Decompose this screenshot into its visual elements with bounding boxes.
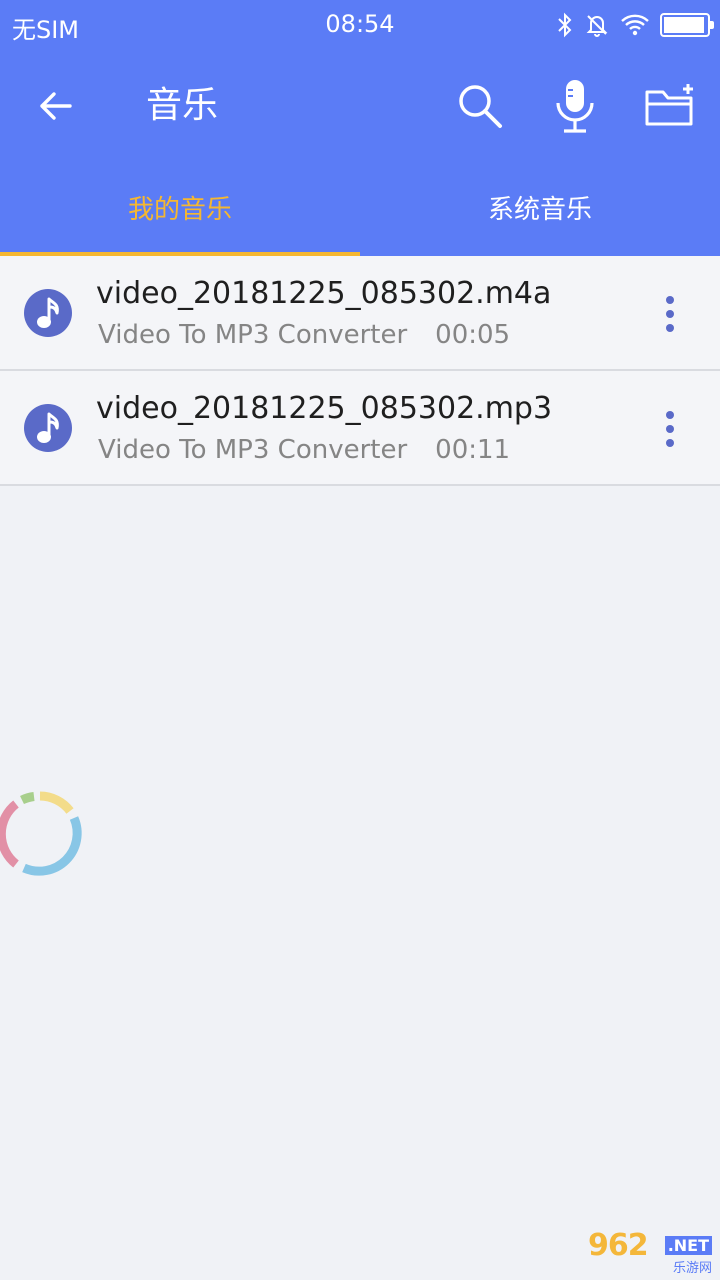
bluetooth-icon <box>558 12 572 38</box>
watermark-caption: 乐游网 <box>672 1261 712 1276</box>
list-item[interactable]: video_20181225_085302.m4a Video To MP3 C… <box>0 256 720 371</box>
folder-add-icon <box>645 84 693 126</box>
microphone-icon <box>556 80 594 133</box>
watermark-number: 962 <box>588 1228 649 1263</box>
watermark-suffix: .NET <box>664 1236 712 1255</box>
tab-label: 我的音乐 <box>127 195 232 225</box>
status-icons <box>556 10 714 40</box>
dot <box>666 310 674 318</box>
file-meta: Video To MP3 Converter 00:11 <box>98 435 510 465</box>
wifi-icon <box>621 14 649 36</box>
file-name: video_20181225_085302.mp3 <box>96 391 553 426</box>
file-name: video_20181225_085302.m4a <box>96 276 552 311</box>
more-options-button[interactable] <box>650 292 690 336</box>
file-meta: Video To MP3 Converter 00:05 <box>98 320 510 350</box>
tab-label: 系统音乐 <box>487 195 592 225</box>
site-watermark: 962 .NET 乐游网 <box>580 1228 716 1276</box>
file-duration: 00:05 <box>435 320 511 350</box>
app-toolbar: 音乐 <box>0 50 720 160</box>
file-source: Video To MP3 Converter <box>98 320 408 350</box>
search-icon <box>459 85 502 128</box>
file-duration: 00:11 <box>435 435 511 465</box>
arrow-left-icon <box>40 92 72 120</box>
dot <box>666 296 674 304</box>
more-options-button[interactable] <box>650 407 690 451</box>
dot <box>666 324 674 332</box>
loading-spinner-icon <box>0 791 82 876</box>
dot <box>666 425 674 433</box>
add-folder-button[interactable] <box>643 78 699 134</box>
voice-search-button[interactable] <box>547 78 603 134</box>
battery-icon <box>660 13 714 37</box>
alarm-off-icon <box>586 15 608 37</box>
back-button[interactable] <box>30 80 82 132</box>
music-file-list: video_20181225_085302.m4a Video To MP3 C… <box>0 256 720 486</box>
search-button[interactable] <box>452 78 508 134</box>
music-note-icon <box>24 289 72 337</box>
dot <box>666 411 674 419</box>
tab-bar: 我的音乐 系统音乐 <box>0 160 720 256</box>
page-title: 音乐 <box>146 85 219 126</box>
music-note-icon <box>24 404 72 452</box>
status-bar: 无SIM 08:54 <box>0 0 720 50</box>
file-source: Video To MP3 Converter <box>98 435 408 465</box>
dot <box>666 439 674 447</box>
tab-system-music[interactable]: 系统音乐 <box>360 160 720 256</box>
tab-my-music[interactable]: 我的音乐 <box>0 160 360 256</box>
list-item[interactable]: video_20181225_085302.mp3 Video To MP3 C… <box>0 371 720 486</box>
